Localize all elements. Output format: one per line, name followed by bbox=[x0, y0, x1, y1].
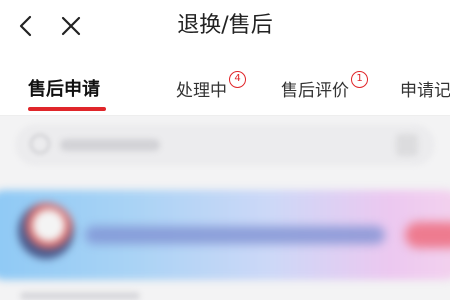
count-badge: 1 bbox=[351, 70, 368, 88]
filter-icon[interactable] bbox=[396, 134, 418, 156]
list-item-blurred bbox=[20, 292, 140, 300]
after-sales-page: 退换/售后 售后申请 处理中 4 售后评价 1 申请记 bbox=[0, 0, 450, 300]
tab-after-sales-review[interactable]: 售后评价 1 bbox=[281, 68, 368, 108]
tab-after-sales-apply[interactable]: 售后申请 bbox=[28, 68, 100, 108]
tab-processing[interactable]: 处理中 4 bbox=[176, 68, 246, 108]
count-badge: 4 bbox=[229, 70, 246, 88]
top-bar: 退换/售后 bbox=[0, 0, 450, 56]
promo-cta-button[interactable] bbox=[405, 222, 450, 248]
tab-application-records[interactable]: 申请记 bbox=[400, 68, 450, 108]
search-icon bbox=[30, 134, 50, 154]
page-title: 退换/售后 bbox=[177, 13, 273, 38]
tab-label: 售后评价 bbox=[281, 80, 349, 101]
tab-label: 售后申请 bbox=[28, 79, 100, 100]
mascot-image bbox=[18, 203, 74, 259]
tab-label: 处理中 bbox=[176, 80, 227, 101]
promo-text-blurred bbox=[85, 226, 385, 244]
active-tab-indicator bbox=[28, 107, 106, 111]
tab-label: 申请记 bbox=[400, 80, 450, 101]
search-placeholder-blurred bbox=[60, 139, 160, 151]
